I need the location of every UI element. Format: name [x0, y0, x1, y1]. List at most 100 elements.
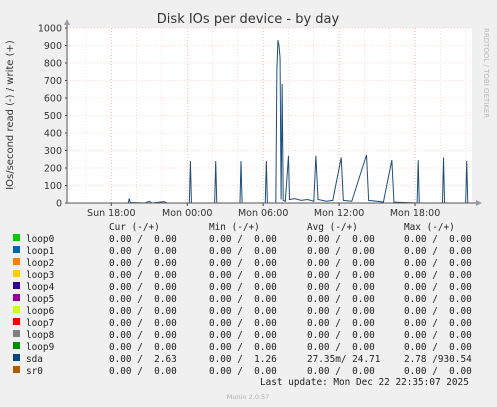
legend-row-loop7: loop7 0.00 / 0.00 0.00 / 0.00 0.00 / 0.00 0.…: [13, 318, 491, 330]
legend-avg: 0.00 / 0.00: [307, 234, 375, 245]
x-tick-label: Sun 18:00: [87, 208, 135, 219]
legend-cur: 0.00 / 0.00: [109, 234, 177, 245]
x-axis-arrow: [476, 200, 482, 206]
legend-max: 0.00 / 0.00: [404, 258, 472, 269]
y-tick-label: 300: [44, 146, 62, 157]
legend-max: 0.00 / 0.00: [404, 306, 472, 317]
y-tick-label: 100: [44, 181, 62, 192]
legend-max: 0.00 / 0.00: [404, 246, 472, 257]
legend-swatch: [13, 270, 20, 277]
legend-row-sda: sda 0.00 / 2.63 0.00 / 1.26 27.35m/ 24.71 2.…: [13, 354, 491, 366]
legend-min: 0.00 / 0.00: [209, 282, 277, 293]
y-tick-label: 500: [44, 111, 62, 122]
legend-min: 0.00 / 0.00: [209, 246, 277, 257]
legend-name: loop8: [26, 330, 55, 341]
legend-avg: 0.00 / 0.00: [307, 342, 375, 353]
legend-row-loop5: loop5 0.00 / 0.00 0.00 / 0.00 0.00 / 0.00 0.…: [13, 294, 491, 306]
legend-name: sda: [26, 354, 43, 365]
legend-name: loop7: [26, 318, 55, 329]
legend-swatch: [13, 354, 20, 361]
legend-cur: 0.00 / 0.00: [109, 366, 177, 377]
x-tick-label: Mon 06:00: [238, 208, 288, 219]
legend-swatch: [13, 342, 20, 349]
x-ticks: Sun 18:00 Mon 00:00 Mon 06:00 Mon 12:00 Mon …: [87, 203, 440, 219]
legend-avg: 0.00 / 0.00: [307, 306, 375, 317]
legend-row-loop8: loop8 0.00 / 0.00 0.00 / 0.00 0.00 / 0.00 0.…: [13, 330, 491, 342]
legend-swatch: [13, 366, 20, 373]
legend-cur: 0.00 / 0.00: [109, 342, 177, 353]
y-axis-label: IOs/second read (-) / write (+): [5, 40, 16, 190]
y-tick-label: 800: [44, 59, 62, 70]
legend-min: 0.00 / 0.00: [209, 366, 277, 377]
legend-cur: 0.00 / 0.00: [109, 318, 177, 329]
legend-swatch: [13, 282, 20, 289]
legend-avg: 0.00 / 0.00: [307, 282, 375, 293]
legend-name: loop9: [26, 342, 55, 353]
legend-min: 0.00 / 0.00: [209, 342, 277, 353]
legend-avg: 0.00 / 0.00: [307, 318, 375, 329]
x-tick-label: Mon 12:00: [314, 208, 364, 219]
legend-avg: 27.35m/ 24.71: [307, 354, 381, 365]
legend-max: 0.00 / 0.00: [404, 366, 472, 377]
y-tick-label: 1000: [38, 24, 62, 35]
legend-row-loop1: loop1 0.00 / 0.00 0.00 / 0.00 0.00 / 0.00 0.…: [13, 246, 491, 258]
legend-avg: 0.00 / 0.00: [307, 294, 375, 305]
legend-swatch: [13, 246, 20, 253]
rrdtool-credit: RRDTOOL / TOBI OETIKER: [482, 28, 490, 118]
legend-cur: 0.00 / 0.00: [109, 330, 177, 341]
legend-min: 0.00 / 0.00: [209, 294, 277, 305]
legend-max: 0.00 / 0.00: [404, 234, 472, 245]
legend-min: 0.00 / 0.00: [209, 258, 277, 269]
legend-row-loop9: loop9 0.00 / 0.00 0.00 / 0.00 0.00 / 0.00 0.…: [13, 342, 491, 354]
legend-avg: 0.00 / 0.00: [307, 258, 375, 269]
legend-avg: 0.00 / 0.00: [307, 270, 375, 281]
legend-max: 0.00 / 0.00: [404, 294, 472, 305]
legend-row-loop6: loop6 0.00 / 0.00 0.00 / 0.00 0.00 / 0.00 0.…: [13, 306, 491, 318]
legend-name: loop5: [26, 294, 55, 305]
legend-row-loop3: loop3 0.00 / 0.00 0.00 / 0.00 0.00 / 0.00 0.…: [13, 270, 491, 282]
y-axis-arrow: [64, 19, 70, 25]
legend-min: 0.00 / 1.26: [209, 354, 277, 365]
legend-header: Cur (-/+) Min (-/+) Avg (-/+) Max (-/+): [13, 222, 491, 234]
legend-row-loop0: loop0 0.00 / 0.00 0.00 / 0.00 0.00 / 0.00 0.…: [13, 234, 491, 246]
header-avg: Avg (-/+): [307, 222, 358, 233]
legend-swatch: [13, 234, 20, 241]
legend-name: sr0: [26, 366, 43, 377]
legend-max: 0.00 / 0.00: [404, 318, 472, 329]
header-max: Max (-/+): [404, 222, 455, 233]
legend-swatch: [13, 306, 20, 313]
y-tick-label: 200: [44, 164, 62, 175]
header-cur: Cur (-/+): [109, 222, 160, 233]
header-min: Min (-/+): [209, 222, 260, 233]
legend-max: 2.78 /930.54: [404, 354, 472, 365]
x-tick-label: Mon 18:00: [390, 208, 440, 219]
y-tick-label: 700: [44, 76, 62, 87]
chart-title: Disk IOs per device - by day: [157, 12, 340, 27]
x-tick-label: Mon 00:00: [162, 208, 212, 219]
last-update: Last update: Mon Dec 22 22:35:07 2025: [260, 377, 469, 388]
legend-swatch: [13, 330, 20, 337]
legend-max: 0.00 / 0.00: [404, 282, 472, 293]
y-tick-label: 400: [44, 129, 62, 140]
legend-max: 0.00 / 0.00: [404, 342, 472, 353]
legend-row-loop4: loop4 0.00 / 0.00 0.00 / 0.00 0.00 / 0.00 0.…: [13, 282, 491, 294]
legend-min: 0.00 / 0.00: [209, 234, 277, 245]
y-tick-label: 900: [44, 41, 62, 52]
munin-version: Munin 2.0.57: [227, 393, 270, 401]
legend-max: 0.00 / 0.00: [404, 270, 472, 281]
legend-name: loop2: [26, 258, 55, 269]
legend-swatch: [13, 294, 20, 301]
legend-avg: 0.00 / 0.00: [307, 366, 375, 377]
legend-cur: 0.00 / 0.00: [109, 294, 177, 305]
legend-avg: 0.00 / 0.00: [307, 330, 375, 341]
legend-name: loop0: [26, 234, 55, 245]
legend-cur: 0.00 / 0.00: [109, 246, 177, 257]
legend-name: loop1: [26, 246, 55, 257]
legend-cur: 0.00 / 0.00: [109, 258, 177, 269]
legend-name: loop4: [26, 282, 55, 293]
y-tick-label: 0: [56, 199, 62, 210]
legend-cur: 0.00 / 2.63: [109, 354, 177, 365]
legend-min: 0.00 / 0.00: [209, 306, 277, 317]
legend-cur: 0.00 / 0.00: [109, 282, 177, 293]
legend-table: Cur (-/+) Min (-/+) Avg (-/+) Max (-/+) …: [13, 222, 491, 378]
